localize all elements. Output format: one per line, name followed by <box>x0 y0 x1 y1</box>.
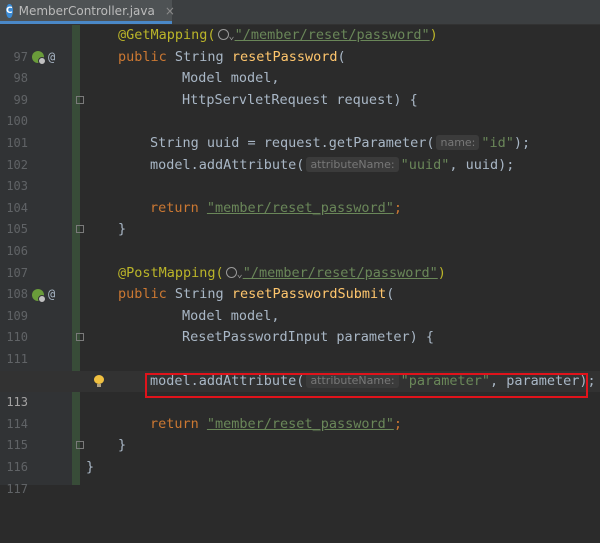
fold-marker-icon[interactable] <box>76 441 84 450</box>
code-editor[interactable]: 97 @GetMapping(⌄"/member/reset/password"… <box>0 25 600 496</box>
code-line: 100 HttpServletRequest request) { <box>0 90 600 129</box>
java-class-icon: C <box>6 3 13 18</box>
code-line: 106 } <box>0 219 600 258</box>
spring-bean-icon[interactable] <box>32 51 46 66</box>
code-line: 115 return "member/reset_password"; <box>0 414 600 453</box>
code-line: 107 <box>0 241 600 280</box>
code-line: 108 @PostMapping(⌄"/member/reset/passwor… <box>0 263 600 302</box>
code-line: 103 model.addAttribute(attributeName: "uu… <box>0 155 600 193</box>
parameter-hint: name: <box>436 135 480 150</box>
url-link[interactable]: "/member/reset/password" <box>243 265 438 281</box>
code-line: 117 } <box>0 457 600 496</box>
code-line: 98 @ public String resetPassword( <box>0 47 600 86</box>
web-endpoint-icon[interactable] <box>225 266 237 278</box>
annotation-gutter-icon[interactable]: @ <box>48 47 55 69</box>
code-line: 101 <box>0 111 600 150</box>
code-line: 102 String uuid = request.getParameter(n… <box>0 133 600 172</box>
fold-marker-icon[interactable] <box>76 225 84 234</box>
parameter-hint: attributeName: <box>306 156 399 172</box>
fold-marker-icon[interactable] <box>76 333 84 342</box>
code-line: 110 Model model, <box>0 306 600 345</box>
code-line: 112 <box>0 349 600 388</box>
highlight-box <box>145 373 588 398</box>
code-line: 109 @ public String resetPasswordSubmit( <box>0 284 600 323</box>
close-icon[interactable]: × <box>165 4 175 18</box>
code-line: 105 return "member/reset_password"; <box>0 198 600 237</box>
code-line: 99 Model model, <box>0 68 600 107</box>
url-link[interactable]: "/member/reset/password" <box>235 27 430 43</box>
template-path-link[interactable]: "member/reset_password" <box>207 416 394 432</box>
tab-membercontroller[interactable]: C MemberController.java × <box>0 0 175 24</box>
code-line: 97 @GetMapping(⌄"/member/reset/password"… <box>0 25 600 64</box>
line-number: 117 <box>6 481 28 496</box>
fold-marker-icon[interactable] <box>76 95 84 104</box>
template-path-link[interactable]: "member/reset_password" <box>207 200 394 216</box>
code-line: 111 ResetPasswordInput parameter) { <box>0 327 600 366</box>
editor-tab-bar: C MemberController.java × <box>0 0 600 25</box>
code-line: 116 } <box>0 435 600 474</box>
code-line: 104 <box>0 176 600 215</box>
lightbulb-icon[interactable] <box>94 374 104 387</box>
tab-label: MemberController.java <box>18 3 155 18</box>
spring-bean-icon[interactable] <box>32 288 46 303</box>
web-endpoint-icon[interactable] <box>217 29 229 40</box>
annotation-gutter-icon[interactable]: @ <box>48 284 55 306</box>
